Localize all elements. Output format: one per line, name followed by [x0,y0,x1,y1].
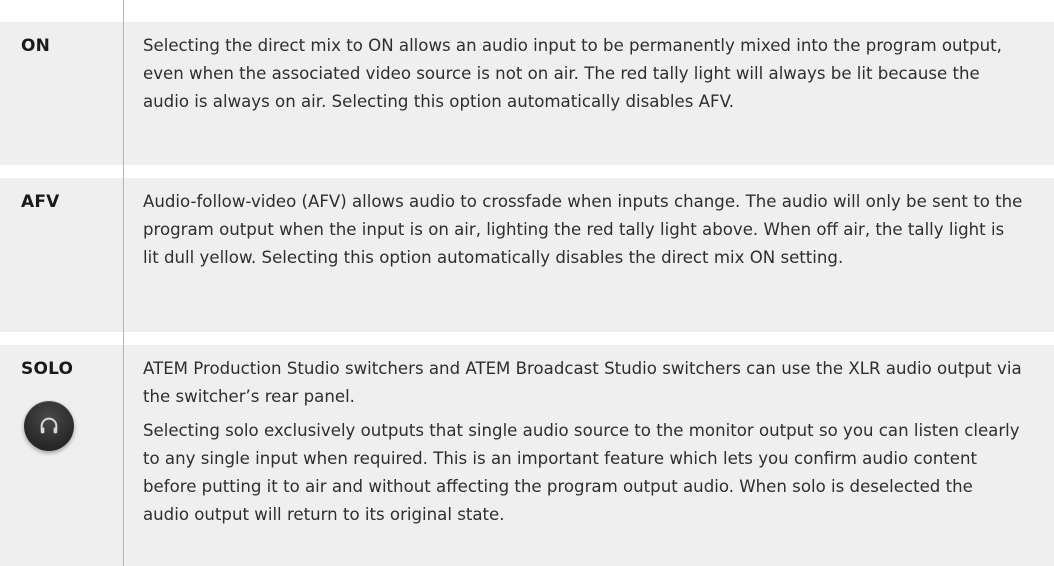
column-divider [123,0,124,566]
term-label-on: ON [21,36,51,56]
solo-headphone-button[interactable] [24,401,74,451]
audio-settings-table: ON Selecting the direct mix to ON allows… [0,0,1054,566]
term-label-solo: SOLO [21,359,74,379]
description-paragraph: Selecting solo exclusively outputs that … [143,421,1020,524]
headphones-icon [40,417,58,434]
table-row-afv: AFV Audio-follow-video (AFV) allows audi… [0,178,1054,332]
table-row-solo: SOLO ATEM Production Studio switchers an… [0,345,1054,566]
description-paragraph: ATEM Production Studio switchers and ATE… [143,359,1022,406]
description-paragraph: Audio-follow-video (AFV) allows audio to… [143,192,1023,267]
table-row-on: ON Selecting the direct mix to ON allows… [0,22,1054,165]
description-on: Selecting the direct mix to ON allows an… [143,32,1023,116]
term-label-afv: AFV [21,192,60,212]
description-afv: Audio-follow-video (AFV) allows audio to… [143,188,1023,272]
description-paragraph: Selecting the direct mix to ON allows an… [143,36,1002,111]
description-solo: ATEM Production Studio switchers and ATE… [143,355,1023,529]
